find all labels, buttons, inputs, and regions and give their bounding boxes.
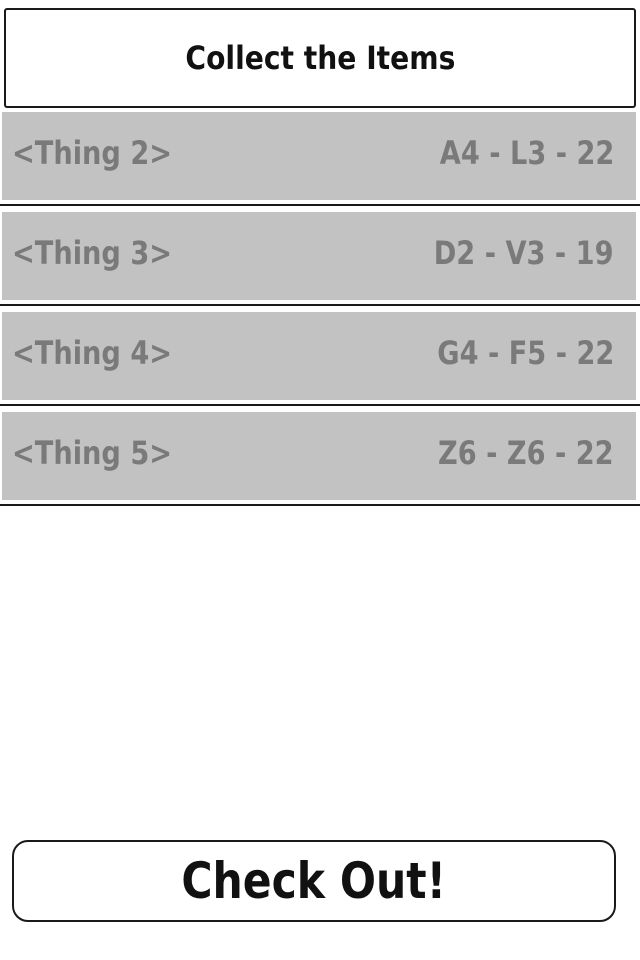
item-name: <Thing 4>	[12, 334, 173, 372]
app-screen: Collect the Items <Thing 2> A4 - L3 - 22…	[0, 0, 640, 960]
list-item-thing-2[interactable]: <Thing 2> A4 - L3 - 22	[0, 112, 640, 212]
row-divider	[0, 404, 640, 406]
item-name: <Thing 3>	[12, 234, 173, 272]
page-title: Collect the Items	[185, 39, 455, 77]
check-out-button[interactable]: Check Out!	[12, 840, 616, 922]
row-divider	[0, 504, 640, 506]
header-bar: Collect the Items	[4, 8, 636, 108]
item-location-code: G4 - F5 - 22	[436, 334, 614, 372]
item-list: <Thing 2> A4 - L3 - 22 <Thing 3> D2 - V3…	[0, 112, 640, 512]
item-location-code: Z6 - Z6 - 22	[438, 434, 614, 472]
item-name: <Thing 5>	[12, 434, 173, 472]
list-item-thing-5[interactable]: <Thing 5> Z6 - Z6 - 22	[0, 412, 640, 512]
list-item-thing-4[interactable]: <Thing 4> G4 - F5 - 22	[0, 312, 640, 412]
item-location-code: A4 - L3 - 22	[439, 134, 614, 172]
row-divider	[0, 304, 640, 306]
list-item-thing-3[interactable]: <Thing 3> D2 - V3 - 19	[0, 212, 640, 312]
check-out-label: Check Out!	[181, 852, 447, 910]
row-divider	[0, 204, 640, 206]
item-location-code: D2 - V3 - 19	[434, 234, 614, 272]
item-name: <Thing 2>	[12, 134, 173, 172]
